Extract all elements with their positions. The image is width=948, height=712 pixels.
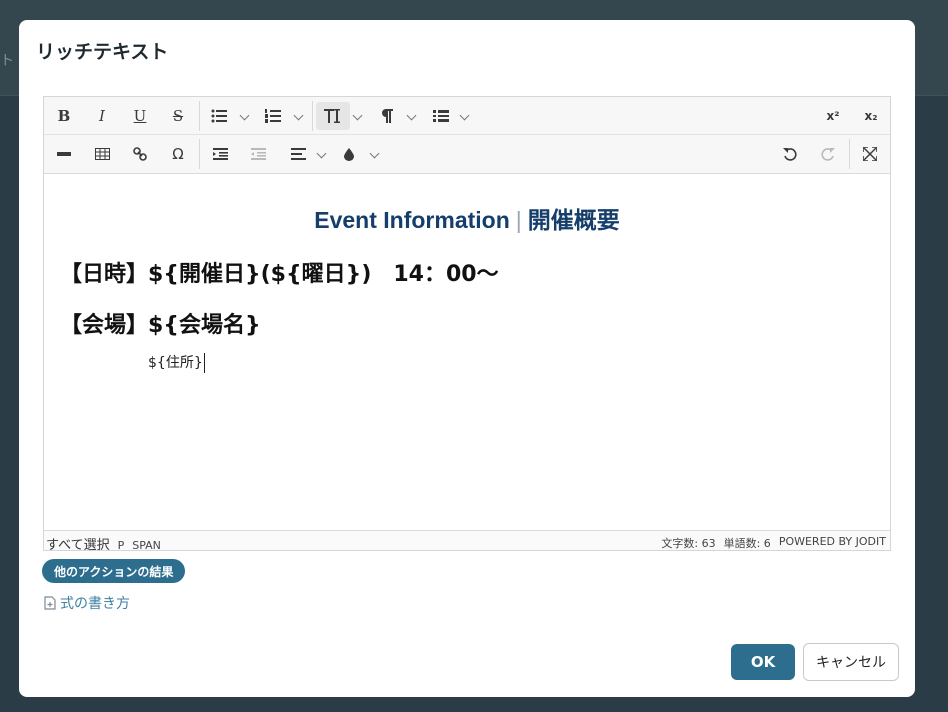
- line-height-icon[interactable]: [428, 102, 454, 130]
- text-color-icon[interactable]: [336, 140, 362, 168]
- chevron-down-icon[interactable]: [406, 110, 417, 121]
- formula-help-label: 式の書き方: [60, 596, 130, 612]
- link-icon[interactable]: [126, 140, 154, 168]
- path-p[interactable]: P: [118, 539, 125, 552]
- path-span[interactable]: SPAN: [132, 539, 161, 552]
- align-left-icon[interactable]: [284, 140, 312, 168]
- toolbar-separator: [312, 101, 313, 131]
- bullet-list-icon[interactable]: [206, 102, 232, 130]
- toolbar-separator: [199, 101, 200, 131]
- subscript-button[interactable]: x₂: [856, 102, 886, 130]
- toolbar-separator: [199, 139, 200, 169]
- content-heading: Event Information | 開催概要: [44, 201, 890, 235]
- bold-button[interactable]: B: [50, 102, 78, 130]
- address-text: ${住所}: [148, 355, 203, 371]
- heading-japanese: 開催概要: [527, 207, 620, 233]
- indent-icon[interactable]: [206, 140, 234, 168]
- strikethrough-button[interactable]: S: [164, 102, 192, 130]
- chevron-down-icon[interactable]: [316, 148, 327, 159]
- chevron-down-icon[interactable]: [459, 110, 470, 121]
- ok-button[interactable]: OK: [731, 644, 795, 680]
- editor-statusbar: すべて選択 P SPAN 文字数: 63 単語数: 6 POWERED BY J…: [44, 530, 890, 553]
- table-icon[interactable]: [88, 140, 116, 168]
- text-cursor: [203, 353, 205, 373]
- cancel-button[interactable]: キャンセル: [803, 643, 899, 681]
- italic-button[interactable]: I: [88, 102, 116, 130]
- venue-line: 【会場】${会場名}: [60, 313, 261, 338]
- datetime-line: 【日時】${開催日}(${曜日}) 14：00〜: [60, 262, 499, 287]
- superscript-button[interactable]: x²: [818, 102, 848, 130]
- font-size-icon[interactable]: [316, 102, 350, 130]
- dialog-title: リッチテキスト: [36, 41, 169, 63]
- toolbar-row-2: Ω: [44, 135, 890, 173]
- char-count: 文字数: 63: [661, 537, 716, 550]
- address-line: ${住所}: [148, 352, 205, 373]
- horizontal-rule-icon[interactable]: [50, 140, 78, 168]
- numbered-list-icon[interactable]: [260, 102, 286, 130]
- chevron-down-icon[interactable]: [369, 148, 380, 159]
- rich-text-dialog: リッチテキスト B I U S x² x₂ Ω Event Informatio…: [19, 20, 915, 697]
- special-character-button[interactable]: Ω: [164, 140, 192, 168]
- fullscreen-icon[interactable]: [856, 140, 884, 168]
- powered-by-link[interactable]: POWERED BY JODIT: [779, 535, 886, 551]
- outdent-icon[interactable]: [244, 140, 272, 168]
- paragraph-icon[interactable]: [374, 102, 400, 130]
- editor-content-area[interactable]: Event Information | 開催概要 【日時】${開催日}(${曜日})…: [44, 174, 890, 530]
- element-path: すべて選択 P SPAN: [46, 534, 161, 553]
- word-count: 単語数: 6: [723, 537, 771, 550]
- chevron-down-icon[interactable]: [239, 110, 250, 121]
- editor-stats: 文字数: 63 単語数: 6 POWERED BY JODIT: [661, 535, 886, 551]
- toolbar-row-1: B I U S x² x₂: [44, 97, 890, 135]
- background-text-fragment: ト: [0, 53, 14, 69]
- undo-icon[interactable]: [776, 140, 804, 168]
- heading-separator: |: [515, 207, 522, 233]
- document-icon: [44, 596, 56, 610]
- rich-text-editor: B I U S x² x₂ Ω Event Information | 開催概要…: [43, 96, 891, 553]
- underline-button[interactable]: U: [126, 102, 154, 130]
- heading-english: Event Information: [314, 207, 510, 233]
- chevron-down-icon[interactable]: [293, 110, 304, 121]
- redo-icon[interactable]: [814, 140, 842, 168]
- other-action-results-chip[interactable]: 他のアクションの結果: [42, 559, 186, 583]
- toolbar-separator: [849, 139, 850, 169]
- editor-toolbar: B I U S x² x₂ Ω: [44, 97, 890, 174]
- formula-help-link[interactable]: 式の書き方: [44, 593, 130, 613]
- select-all-link[interactable]: すべて選択: [46, 534, 110, 553]
- chevron-down-icon[interactable]: [352, 110, 363, 121]
